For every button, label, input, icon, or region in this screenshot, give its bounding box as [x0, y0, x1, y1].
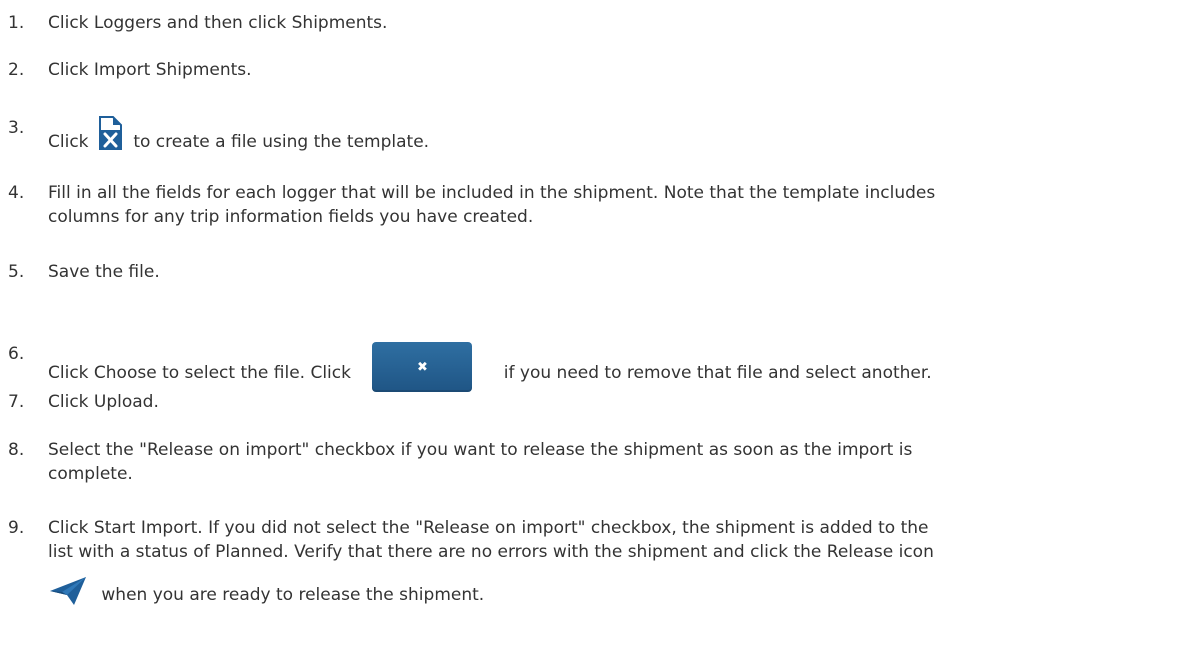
step-text-last-line: when you are ready to release the shipme… — [48, 576, 1184, 607]
step-text-line: when you are ready to release the shipme… — [101, 585, 485, 605]
step-number: 4. — [8, 183, 25, 203]
step-text: Click to create a file using the templat… — [48, 116, 1184, 154]
step-text-before: Click — [48, 132, 89, 152]
step-text: Click Loggers and then click Shipments. — [48, 13, 388, 33]
step-number: 6. — [8, 344, 25, 364]
step-text-after: if you need to remove that file and sele… — [503, 363, 932, 383]
step-text-line: complete. — [48, 464, 133, 484]
step-text-line: Select the "Release on import" checkbox … — [48, 440, 913, 460]
excel-template-icon — [98, 116, 122, 150]
step-text-line: columns for any trip information fields … — [48, 207, 534, 227]
step-text: Click Import Shipments. — [48, 60, 252, 80]
step-number: 5. — [8, 262, 25, 282]
step-number: 9. — [8, 518, 25, 538]
step-text: Fill in all the fields for each logger t… — [48, 181, 1184, 229]
step-number: 7. — [8, 392, 25, 412]
step-text: Click Upload. — [48, 392, 159, 412]
step-text-line: list with a status of Planned. Verify th… — [48, 542, 934, 562]
step-4: 4. Fill in all the fields for each logge… — [8, 181, 1184, 237]
step-number: 3. — [8, 118, 25, 138]
step-number: 2. — [8, 60, 25, 80]
step-text: Select the "Release on import" checkbox … — [48, 438, 1184, 486]
step-9: 9. Click Start Import. If you did not se… — [8, 516, 1184, 646]
step-text-line: Click Start Import. If you did not selec… — [48, 518, 929, 538]
step-number: 1. — [8, 13, 25, 33]
step-text: Click Choose to select the file. Click ✖… — [48, 342, 1184, 392]
step-text-after: to create a file using the template. — [133, 132, 430, 152]
remove-file-button-icon: ✖ — [372, 342, 473, 392]
step-text-before: Click Choose to select the file. Click — [48, 363, 351, 383]
step-8: 8. Select the "Release on import" checkb… — [8, 438, 1184, 494]
close-icon: ✖ — [416, 360, 428, 375]
step-text: Save the file. — [48, 262, 160, 282]
release-paper-plane-icon — [48, 576, 88, 606]
step-number: 8. — [8, 440, 25, 460]
step-text: Click Start Import. If you did not selec… — [48, 516, 1184, 607]
step-text-line: Fill in all the fields for each logger t… — [48, 183, 936, 203]
